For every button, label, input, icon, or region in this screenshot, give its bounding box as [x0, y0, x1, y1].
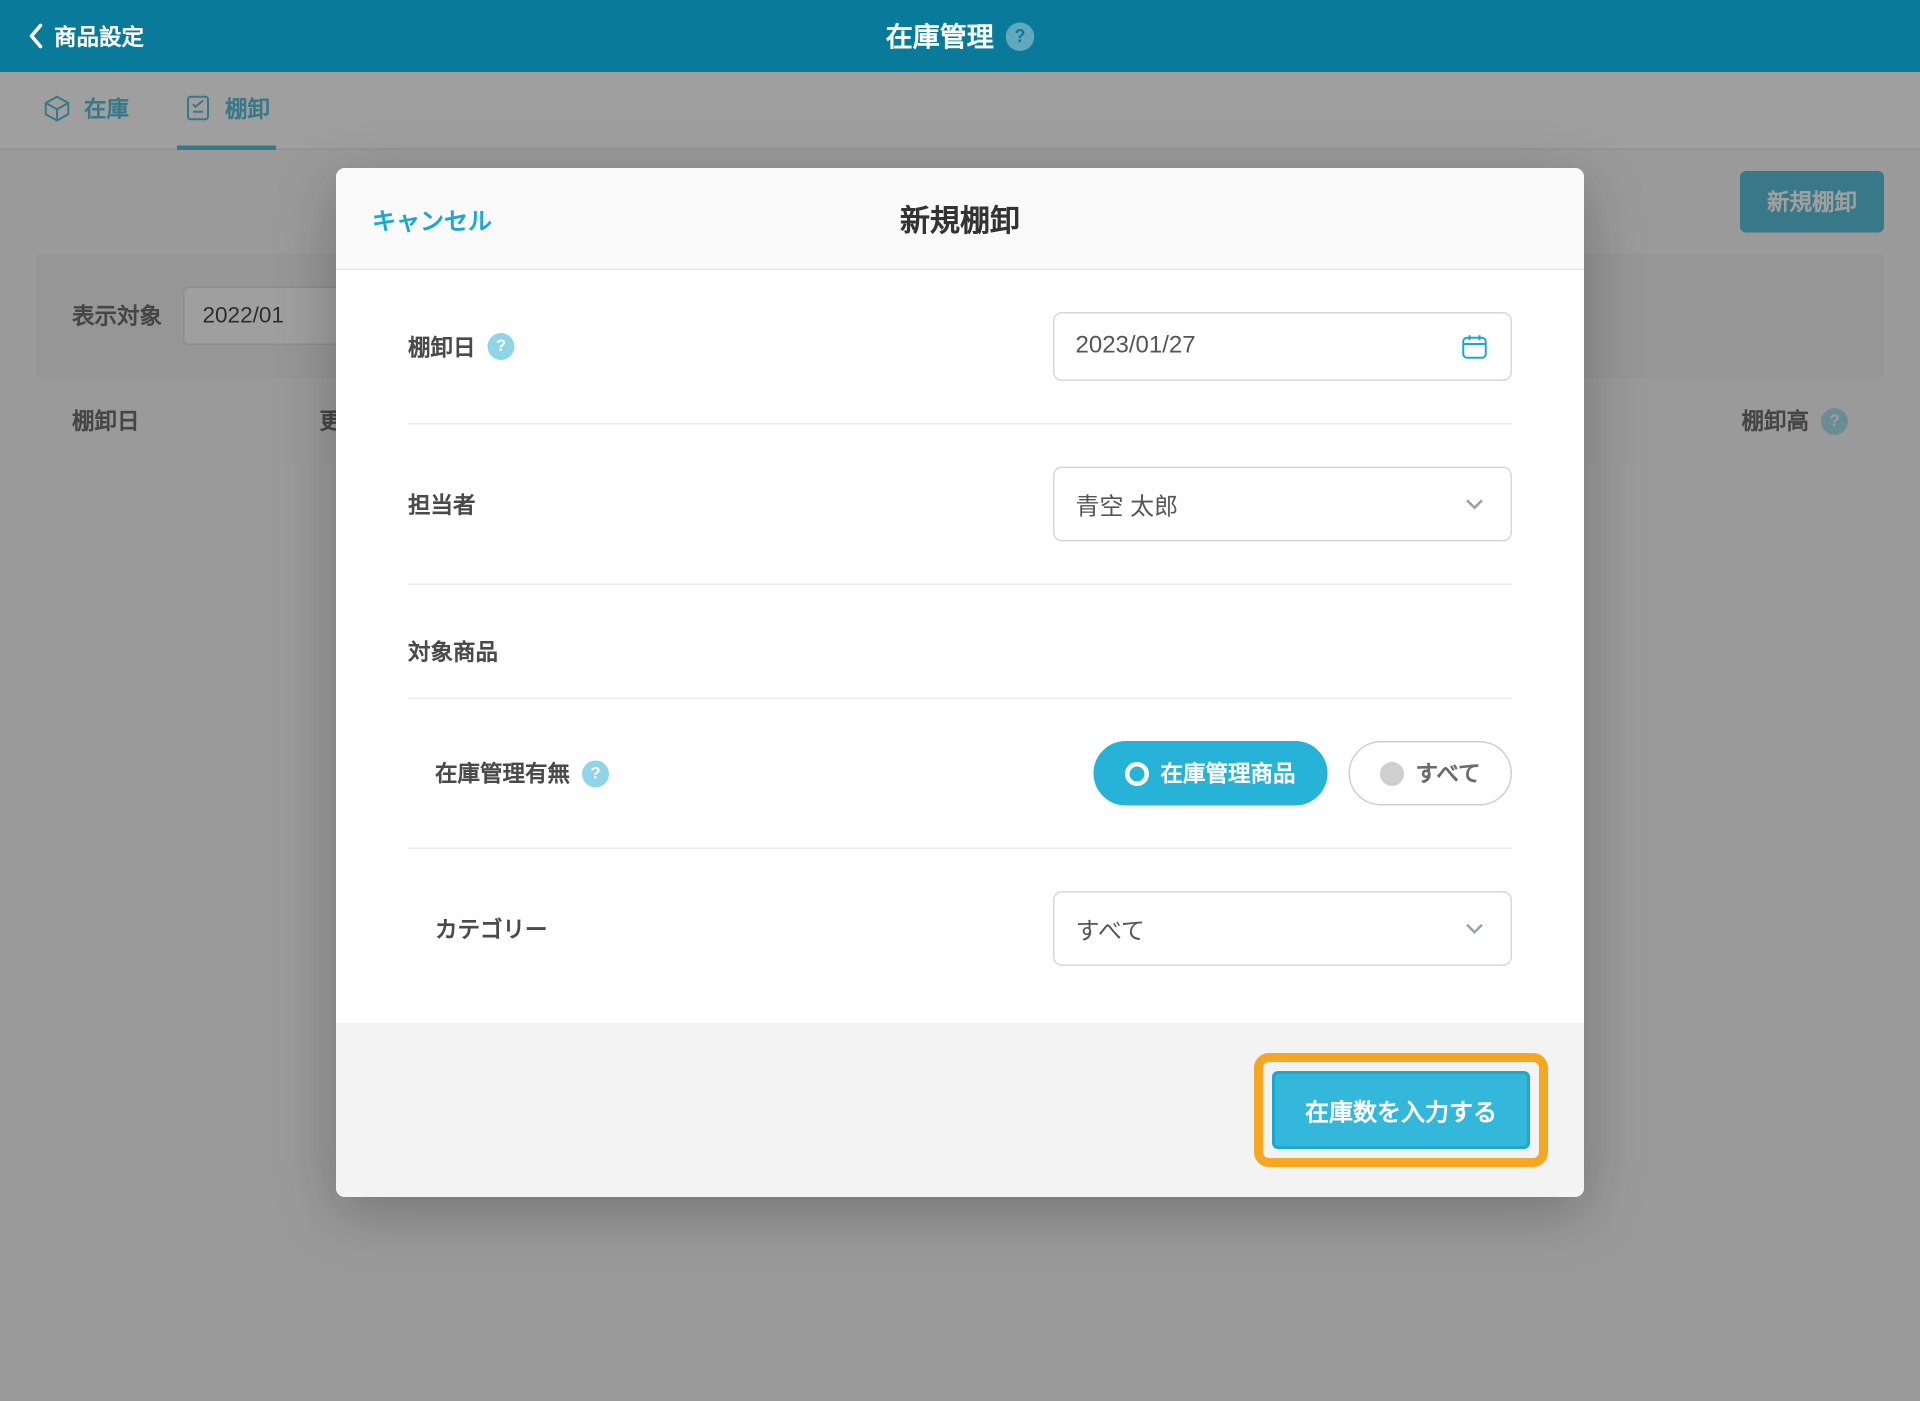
back-button[interactable]: 商品設定	[0, 20, 171, 52]
stock-flag-toggle: 在庫管理商品 すべて	[1093, 741, 1512, 806]
row-target-section: 対象商品	[408, 585, 1512, 699]
radio-dot-icon	[1379, 761, 1403, 785]
pill-all[interactable]: すべて	[1348, 741, 1512, 806]
chevron-down-icon	[1460, 489, 1490, 519]
row-stock-flag: 在庫管理有無 ? 在庫管理商品 すべて	[408, 699, 1512, 849]
modal-header: キャンセル 新規棚卸	[336, 168, 1584, 270]
modal-body: 棚卸日 ? 2023/01/27 担当者 青空 太郎 対象商品	[336, 270, 1584, 1008]
category-label: カテゴリー	[408, 913, 708, 945]
stock-flag-label-text: 在庫管理有無	[435, 758, 570, 790]
date-value: 2023/01/27	[1076, 333, 1196, 360]
new-stocktake-modal: キャンセル 新規棚卸 棚卸日 ? 2023/01/27 担当者 青空 太郎	[336, 168, 1584, 1197]
row-category: カテゴリー すべて	[408, 849, 1512, 1008]
page-title: 在庫管理 ?	[886, 17, 1035, 56]
help-icon[interactable]: ?	[1006, 22, 1035, 51]
app-header: 商品設定 在庫管理 ?	[0, 0, 1920, 72]
pill-all-label: すべて	[1415, 758, 1480, 790]
help-icon[interactable]: ?	[488, 333, 515, 360]
date-label-text: 棚卸日	[408, 331, 476, 363]
pill-managed[interactable]: 在庫管理商品	[1093, 741, 1327, 806]
chevron-left-icon	[27, 23, 45, 50]
stock-flag-label: 在庫管理有無 ?	[408, 758, 708, 790]
date-label: 棚卸日 ?	[408, 331, 708, 363]
person-select[interactable]: 青空 太郎	[1053, 467, 1512, 542]
calendar-icon	[1460, 332, 1490, 362]
highlight-annotation: 在庫数を入力する	[1254, 1053, 1548, 1167]
cancel-button[interactable]: キャンセル	[372, 200, 492, 236]
back-label: 商品設定	[54, 20, 144, 52]
row-date: 棚卸日 ? 2023/01/27	[408, 270, 1512, 425]
pill-managed-label: 在庫管理商品	[1160, 758, 1295, 790]
page-title-text: 在庫管理	[886, 17, 994, 56]
chevron-down-icon	[1460, 914, 1490, 944]
submit-button[interactable]: 在庫数を入力する	[1272, 1071, 1530, 1149]
person-value: 青空 太郎	[1076, 486, 1179, 522]
row-person: 担当者 青空 太郎	[408, 425, 1512, 586]
person-label: 担当者	[408, 488, 708, 520]
help-icon[interactable]: ?	[582, 760, 609, 787]
category-select[interactable]: すべて	[1053, 891, 1512, 966]
target-section-label: 対象商品	[408, 636, 1512, 668]
modal-footer: 在庫数を入力する	[336, 1023, 1584, 1197]
radio-dot-icon	[1124, 761, 1148, 785]
modal-title: 新規棚卸	[900, 197, 1020, 241]
date-input[interactable]: 2023/01/27	[1053, 312, 1512, 381]
category-value: すべて	[1076, 911, 1145, 947]
